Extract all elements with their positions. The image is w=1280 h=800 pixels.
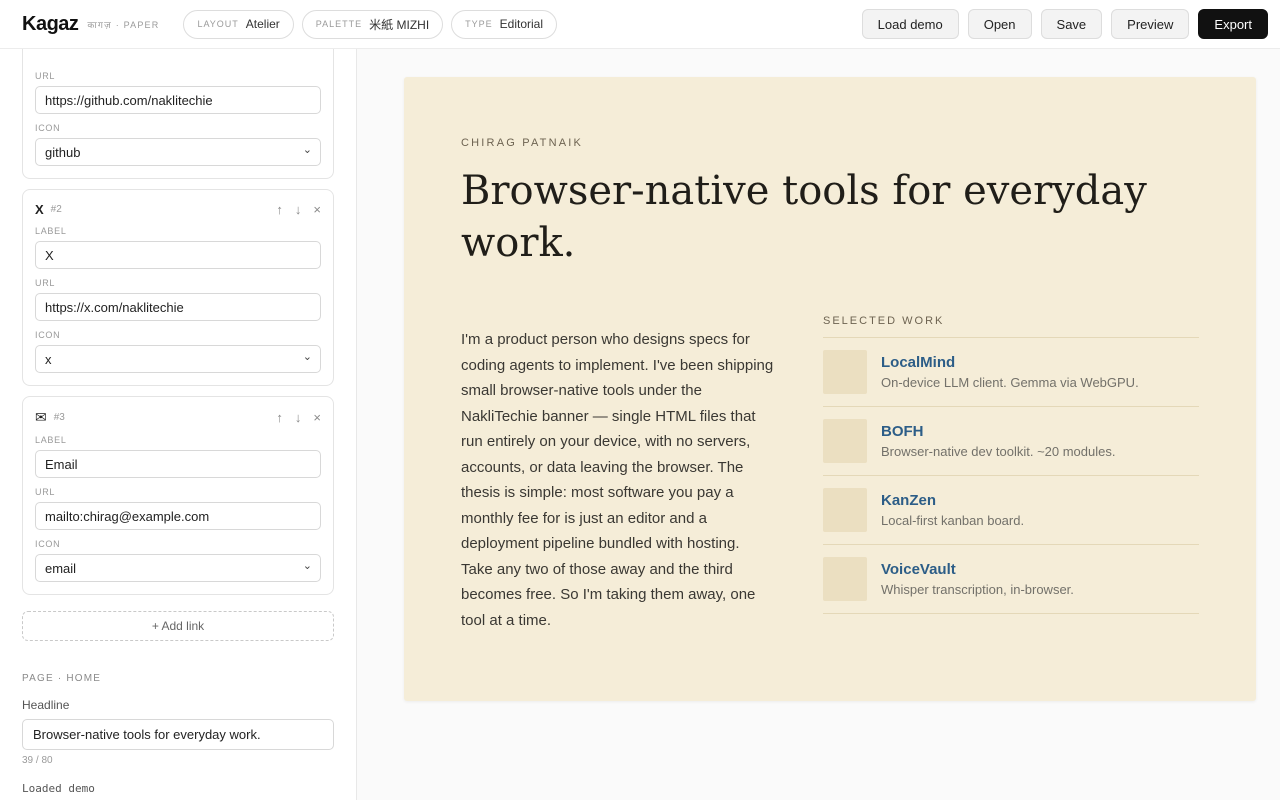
settings-pills: LAYOUT Atelier PALETTE 米紙 MIZHI TYPE Edi…	[183, 10, 557, 39]
x-icon: X	[35, 202, 44, 217]
project-item-kanzen[interactable]: KanZen Local-first kanban board.	[823, 476, 1199, 545]
link2-url-input[interactable]	[35, 293, 321, 321]
link-card-1: URL ICON github ⌄	[22, 49, 334, 179]
project-name[interactable]: KanZen	[881, 492, 1024, 509]
project-description: Local-first kanban board.	[881, 513, 1024, 528]
load-demo-button[interactable]: Load demo	[862, 9, 959, 39]
move-up-button[interactable]: ↑	[276, 202, 283, 217]
palette-pill-value: 米紙 MIZHI	[369, 16, 429, 33]
app-logo: Kagaz	[22, 13, 78, 36]
selected-work-column: SELECTED WORK LocalMind On-device LLM cl…	[823, 315, 1199, 633]
layout-pill[interactable]: LAYOUT Atelier	[183, 10, 293, 39]
open-button[interactable]: Open	[968, 9, 1032, 39]
project-description: On-device LLM client. Gemma via WebGPU.	[881, 375, 1139, 390]
project-thumbnail	[823, 419, 867, 463]
link-card-2: X #2 ↑ ↓ × LABEL URL ICON x	[22, 189, 334, 386]
palette-pill[interactable]: PALETTE 米紙 MIZHI	[302, 10, 443, 39]
link3-label-input[interactable]	[35, 450, 321, 478]
app-logo-subtitle: कागज़ · PAPER	[87, 18, 159, 31]
intro-paragraph: I'm a product person who designs specs f…	[461, 327, 774, 633]
type-pill-value: Editorial	[500, 17, 543, 31]
preview-area: CHIRAG PATNAIK Browser-native tools for …	[357, 49, 1280, 800]
move-down-button[interactable]: ↓	[295, 202, 302, 217]
preview-headline: Browser-native tools for everyday work.	[461, 165, 1191, 269]
add-link-button[interactable]: + Add link	[22, 611, 334, 641]
link-card-3: ✉ #3 ↑ ↓ × LABEL URL ICON email	[22, 396, 334, 595]
preview-kicker: CHIRAG PATNAIK	[461, 137, 1199, 149]
icon-label: ICON	[35, 330, 321, 340]
icon-label: ICON	[35, 539, 321, 549]
layout-pill-value: Atelier	[246, 17, 280, 31]
label-label: LABEL	[35, 226, 321, 236]
link2-label-input[interactable]	[35, 241, 321, 269]
link1-url-input[interactable]	[35, 86, 321, 114]
link2-icon-select[interactable]: x	[35, 345, 321, 373]
link2-number: #2	[51, 204, 62, 215]
status-text: Loaded demo	[22, 782, 95, 795]
sidebar-scroll-area[interactable]: URL ICON github ⌄ X #2 ↑ ↓	[0, 49, 356, 776]
link3-url-input[interactable]	[35, 502, 321, 530]
headline-input[interactable]	[22, 719, 334, 750]
project-thumbnail	[823, 557, 867, 601]
status-bar: Loaded demo	[0, 776, 356, 800]
layout-pill-key: LAYOUT	[197, 19, 238, 29]
link1-icon-select[interactable]: github	[35, 138, 321, 166]
email-icon: ✉	[35, 409, 47, 426]
preview-page: CHIRAG PATNAIK Browser-native tools for …	[404, 77, 1256, 701]
icon-label: ICON	[35, 123, 321, 133]
preview-button[interactable]: Preview	[1111, 9, 1189, 39]
type-pill[interactable]: TYPE Editorial	[451, 10, 557, 39]
save-button[interactable]: Save	[1041, 9, 1103, 39]
move-up-button[interactable]: ↑	[276, 410, 283, 425]
project-description: Whisper transcription, in-browser.	[881, 582, 1074, 597]
label-label: LABEL	[35, 435, 321, 445]
selected-work-title: SELECTED WORK	[823, 315, 1199, 327]
project-name[interactable]: BOFH	[881, 423, 1115, 440]
project-item-voicevault[interactable]: VoiceVault Whisper transcription, in-bro…	[823, 545, 1199, 614]
type-pill-key: TYPE	[465, 19, 493, 29]
top-toolbar: Kagaz कागज़ · PAPER LAYOUT Atelier PALET…	[0, 0, 1280, 49]
link3-icon-select[interactable]: email	[35, 554, 321, 582]
url-label: URL	[35, 278, 321, 288]
page-section-title: PAGE · HOME	[22, 673, 334, 684]
project-name[interactable]: LocalMind	[881, 354, 1139, 371]
intro-column: I'm a product person who designs specs f…	[461, 327, 774, 633]
remove-link-button[interactable]: ×	[313, 410, 321, 425]
project-thumbnail	[823, 488, 867, 532]
project-name[interactable]: VoiceVault	[881, 561, 1074, 578]
project-item-localmind[interactable]: LocalMind On-device LLM client. Gemma vi…	[823, 338, 1199, 407]
link3-number: #3	[54, 412, 65, 423]
headline-counter: 39 / 80	[22, 755, 334, 766]
move-down-button[interactable]: ↓	[295, 410, 302, 425]
headline-field-label: Headline	[22, 698, 334, 712]
project-item-bofh[interactable]: BOFH Browser-native dev toolkit. ~20 mod…	[823, 407, 1199, 476]
project-description: Browser-native dev toolkit. ~20 modules.	[881, 444, 1115, 459]
editor-sidebar: URL ICON github ⌄ X #2 ↑ ↓	[0, 49, 357, 800]
palette-pill-key: PALETTE	[316, 19, 362, 29]
project-list: LocalMind On-device LLM client. Gemma vi…	[823, 337, 1199, 614]
project-thumbnail	[823, 350, 867, 394]
url-label: URL	[35, 487, 321, 497]
toolbar-actions: Load demo Open Save Preview Export	[862, 9, 1268, 39]
url-label: URL	[35, 71, 321, 81]
remove-link-button[interactable]: ×	[313, 202, 321, 217]
export-button[interactable]: Export	[1198, 9, 1268, 39]
